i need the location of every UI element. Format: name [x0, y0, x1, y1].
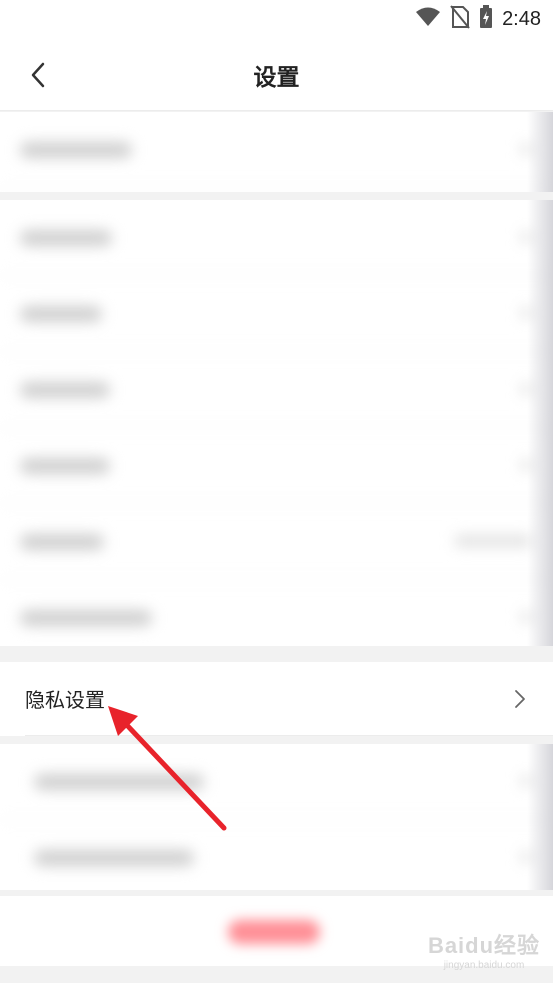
chevron-right-icon [513, 688, 527, 710]
page-title: 设置 [253, 65, 300, 91]
privacy-settings-item[interactable]: 隐私设置 [0, 662, 553, 736]
blurred-settings-group-2 [0, 200, 553, 646]
battery-charging-icon [479, 5, 493, 33]
divider [25, 735, 553, 736]
privacy-settings-label: 隐私设置 [25, 688, 105, 712]
no-sim-icon [450, 5, 470, 33]
watermark-url: jingyan.baidu.com [443, 960, 525, 971]
wifi-icon [415, 7, 441, 31]
status-bar: 2:48 [0, 0, 553, 38]
header-bar: 设置 [0, 38, 553, 111]
watermark-logo: Baidu经验 [427, 933, 541, 958]
blurred-settings-group-3 [0, 744, 553, 890]
status-time: 2:48 [502, 7, 541, 30]
watermark: Baidu经验 jingyan.baidu.com [424, 928, 544, 971]
blurred-settings-group-1 [0, 112, 553, 192]
logout-button[interactable] [228, 920, 320, 944]
